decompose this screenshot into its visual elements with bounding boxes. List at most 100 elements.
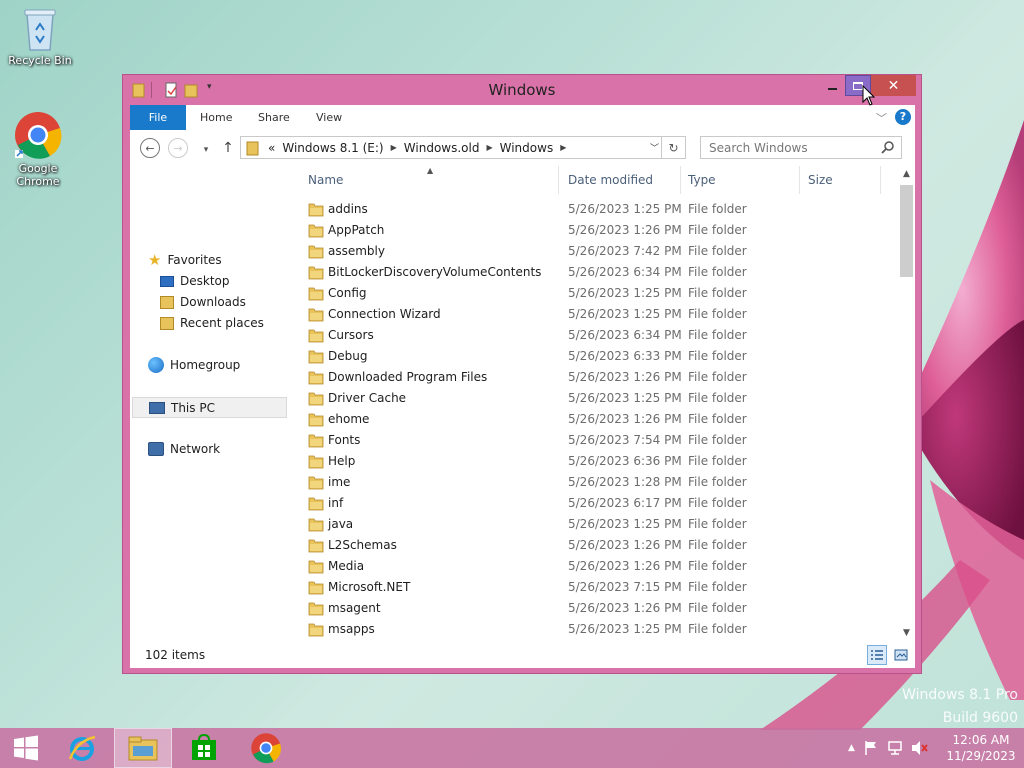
- vertical-scrollbar[interactable]: ▲ ▼: [898, 166, 915, 642]
- column-header-date-modified[interactable]: Date modified: [568, 166, 653, 194]
- folder-icon: [308, 602, 324, 616]
- file-row[interactable]: ime 5/26/2023 1:28 PM File folder: [302, 472, 896, 493]
- tab-file[interactable]: File: [130, 105, 186, 130]
- scrollbar-thumb[interactable]: [900, 185, 913, 277]
- scroll-down-icon[interactable]: ▼: [898, 625, 915, 642]
- search-input[interactable]: Search Windows: [700, 136, 902, 159]
- details-view-button[interactable]: [867, 645, 887, 665]
- refresh-button[interactable]: ↻: [662, 136, 686, 159]
- file-row[interactable]: Downloaded Program Files 5/26/2023 1:26 P…: [302, 367, 896, 388]
- file-type: File folder: [688, 286, 747, 300]
- close-button[interactable]: ✕: [871, 75, 916, 96]
- file-row[interactable]: addins 5/26/2023 1:25 PM File folder: [302, 199, 896, 220]
- search-icon[interactable]: [881, 140, 895, 154]
- file-row[interactable]: Connection Wizard 5/26/2023 1:25 PM File f…: [302, 304, 896, 325]
- action-center-flag-icon[interactable]: [863, 740, 879, 756]
- desktop-icon-recycle-bin[interactable]: Recycle Bin: [0, 6, 80, 67]
- nav-item-homegroup[interactable]: Homegroup: [148, 355, 240, 375]
- scroll-up-icon[interactable]: ▲: [898, 166, 915, 183]
- expand-ribbon-chevron-icon[interactable]: ﹀: [876, 110, 887, 126]
- file-name: msagent: [328, 601, 381, 615]
- address-segment[interactable]: Windows 8.1 (E:): [282, 141, 383, 155]
- file-row[interactable]: assembly 5/26/2023 7:42 PM File folder: [302, 241, 896, 262]
- nav-item-this-pc[interactable]: This PC: [132, 397, 287, 418]
- file-name: java: [328, 517, 354, 531]
- taskbar-store[interactable]: [178, 728, 230, 768]
- nav-item-desktop[interactable]: Desktop: [160, 271, 230, 291]
- address-segment[interactable]: Windows.old: [404, 141, 480, 155]
- taskbar-internet-explorer[interactable]: [56, 728, 108, 768]
- address-segment[interactable]: Windows: [500, 141, 554, 155]
- recent-locations-button[interactable]: ▾: [196, 140, 216, 160]
- file-name: Microsoft.NET: [328, 580, 411, 594]
- tab-view[interactable]: View: [316, 105, 342, 130]
- file-date-modified: 5/26/2023 1:26 PM: [568, 601, 682, 615]
- file-row[interactable]: L2Schemas 5/26/2023 1:26 PM File folder: [302, 535, 896, 556]
- file-row[interactable]: java 5/26/2023 1:25 PM File folder: [302, 514, 896, 535]
- network-icon[interactable]: [887, 740, 903, 756]
- file-date-modified: 5/26/2023 1:26 PM: [568, 370, 682, 384]
- taskbar-clock[interactable]: 12:06 AM 11/29/2023: [946, 732, 1016, 764]
- file-row[interactable]: Debug 5/26/2023 6:33 PM File folder: [302, 346, 896, 367]
- file-row[interactable]: Media 5/26/2023 1:26 PM File folder: [302, 556, 896, 577]
- file-type: File folder: [688, 412, 747, 426]
- title-bar[interactable]: ▾ Windows ✕: [123, 75, 921, 105]
- file-date-modified: 5/26/2023 1:26 PM: [568, 559, 682, 573]
- folder-icon: [308, 518, 324, 532]
- column-header-name[interactable]: Name: [308, 166, 343, 194]
- file-type: File folder: [688, 244, 747, 258]
- file-name: addins: [328, 202, 368, 216]
- file-row[interactable]: inf 5/26/2023 6:17 PM File folder: [302, 493, 896, 514]
- file-row[interactable]: Cursors 5/26/2023 6:34 PM File folder: [302, 325, 896, 346]
- address-overflow[interactable]: «: [268, 141, 275, 155]
- file-row[interactable]: ehome 5/26/2023 1:26 PM File folder: [302, 409, 896, 430]
- taskbar-chrome[interactable]: [240, 728, 292, 768]
- file-row[interactable]: AppPatch 5/26/2023 1:26 PM File folder: [302, 220, 896, 241]
- folder-icon: [308, 392, 324, 406]
- column-divider[interactable]: [680, 166, 681, 194]
- chevron-right-icon[interactable]: ▶: [391, 143, 397, 152]
- arrow-left-icon: ←: [145, 141, 155, 155]
- file-row[interactable]: Microsoft.NET 5/26/2023 7:15 PM File folde…: [302, 577, 896, 598]
- close-icon: ✕: [887, 77, 900, 94]
- chevron-down-icon[interactable]: ﹀: [650, 141, 659, 154]
- file-type: File folder: [688, 223, 747, 237]
- desktop-icon-google-chrome[interactable]: Google Chrome: [0, 110, 78, 188]
- file-row[interactable]: Driver Cache 5/26/2023 1:25 PM File folder: [302, 388, 896, 409]
- recent-places-icon: [160, 316, 174, 330]
- file-row[interactable]: msagent 5/26/2023 1:26 PM File folder: [302, 598, 896, 619]
- column-divider[interactable]: [799, 166, 800, 194]
- file-date-modified: 5/26/2023 1:28 PM: [568, 475, 682, 489]
- file-row[interactable]: msapps 5/26/2023 1:25 PM File folder: [302, 619, 896, 640]
- nav-item-favorites[interactable]: ★ Favorites: [148, 250, 222, 270]
- file-type: File folder: [688, 391, 747, 405]
- volume-muted-icon[interactable]: [911, 740, 929, 756]
- show-hidden-icons-chevron-icon[interactable]: ▲: [848, 743, 855, 753]
- large-icons-view-button[interactable]: [891, 645, 911, 665]
- file-row[interactable]: Config 5/26/2023 1:25 PM File folder: [302, 283, 896, 304]
- chevron-right-icon[interactable]: ▶: [560, 143, 566, 152]
- tab-home[interactable]: Home: [200, 105, 232, 130]
- up-button[interactable]: ↑: [218, 138, 238, 158]
- file-row[interactable]: Fonts 5/26/2023 7:54 PM File folder: [302, 430, 896, 451]
- folder-icon: [308, 476, 324, 490]
- taskbar-file-explorer[interactable]: [114, 728, 172, 768]
- start-button[interactable]: [0, 728, 52, 768]
- nav-item-downloads[interactable]: Downloads: [160, 292, 246, 312]
- explorer-window: ▾ Windows ✕ File Home Share View ﹀ ? ← →…: [122, 74, 922, 674]
- forward-button[interactable]: →: [168, 138, 188, 158]
- column-divider[interactable]: [880, 166, 881, 194]
- column-header-type[interactable]: Type: [688, 166, 716, 194]
- tab-share[interactable]: Share: [258, 105, 290, 130]
- nav-item-network[interactable]: Network: [148, 439, 220, 459]
- nav-item-recent-places[interactable]: Recent places: [160, 313, 264, 333]
- chevron-right-icon[interactable]: ▶: [486, 143, 492, 152]
- minimize-button[interactable]: [819, 75, 845, 96]
- file-row[interactable]: BitLockerDiscoveryVolumeContents 5/26/202…: [302, 262, 896, 283]
- back-button[interactable]: ←: [140, 138, 160, 158]
- column-header-size[interactable]: Size: [808, 166, 833, 194]
- column-divider[interactable]: [558, 166, 559, 194]
- address-bar[interactable]: « Windows 8.1 (E:) ▶ Windows.old ▶ Windo…: [240, 136, 662, 159]
- file-row[interactable]: Help 5/26/2023 6:36 PM File folder: [302, 451, 896, 472]
- help-icon[interactable]: ?: [895, 109, 911, 125]
